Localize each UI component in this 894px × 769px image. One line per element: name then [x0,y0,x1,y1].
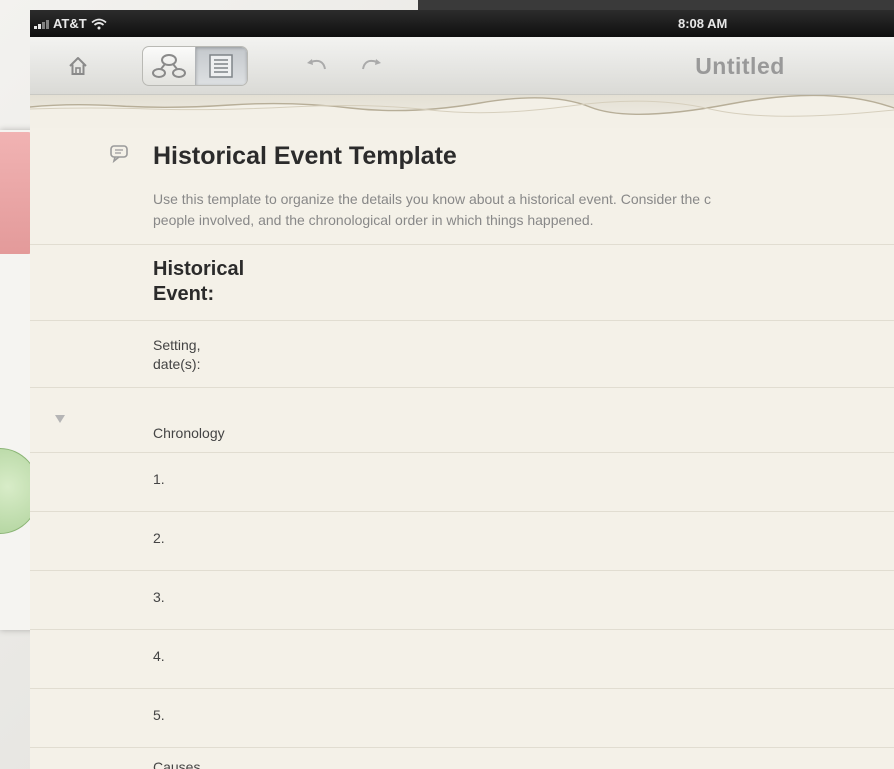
description-line-2: people involved, and the chronological o… [153,212,594,228]
event-heading-line-2: Event: [153,283,215,305]
chronology-item-label: 4. [153,648,165,664]
chronology-item-row[interactable]: 5. [30,689,894,748]
outline-view-button[interactable] [143,47,195,85]
chronology-item-row[interactable]: 2. [30,512,894,571]
list-view-icon [209,54,234,78]
carrier-label: AT&T [53,16,87,31]
background-pink-note [0,132,34,254]
status-time: 8:08 AM [678,16,728,31]
causes-row[interactable]: Causes [30,748,894,769]
template-description: Use this template to organize the detail… [153,189,894,231]
event-heading: Historical Event: [153,257,244,307]
template-header-row[interactable]: Historical Event Template Use this templ… [30,128,894,245]
chronology-item-row[interactable]: 4. [30,630,894,689]
disclosure-triangle-icon[interactable] [54,411,66,423]
chronology-item-label: 5. [153,707,165,723]
status-carrier: AT&T [34,16,107,31]
chronology-item-row[interactable]: 1. [30,453,894,512]
chronology-label: Chronology [153,425,225,441]
document-title[interactable]: Untitled [630,53,850,80]
torn-paper-edge [30,95,894,129]
setting-row[interactable]: Setting, date(s): [30,321,894,388]
list-view-button[interactable] [194,47,247,85]
chronology-item-label: 3. [153,589,165,605]
home-button[interactable] [66,54,90,78]
description-line-1: Use this template to organize the detail… [153,191,711,207]
template-title: Historical Event Template [153,142,457,170]
toolbar: Untitled [30,37,894,95]
chronology-item-label: 1. [153,471,165,487]
outline-document: Historical Event Template Use this templ… [30,128,894,769]
setting-label-line-2: date(s): [153,356,201,372]
undo-button[interactable] [304,55,330,77]
event-row[interactable]: Historical Event: [30,245,894,321]
status-bar: AT&T 8:08 AM [30,10,894,37]
wifi-icon [91,18,107,30]
chronology-item-row[interactable]: 3. [30,571,894,630]
setting-label-line-1: Setting, [153,337,201,353]
chronology-row[interactable]: Chronology [30,388,894,453]
chronology-item-label: 2. [153,530,165,546]
background-edge [418,0,894,10]
outline-view-icon [151,54,186,78]
event-heading-line-1: Historical [153,258,245,280]
home-icon [69,57,87,75]
note-icon[interactable] [109,144,129,164]
signal-icon [34,18,49,29]
redo-icon [362,59,381,70]
view-mode-segmented-control [142,46,248,86]
causes-label: Causes [153,759,201,769]
setting-label: Setting, date(s): [153,336,200,374]
redo-button[interactable] [358,55,384,77]
undo-icon [307,59,326,70]
